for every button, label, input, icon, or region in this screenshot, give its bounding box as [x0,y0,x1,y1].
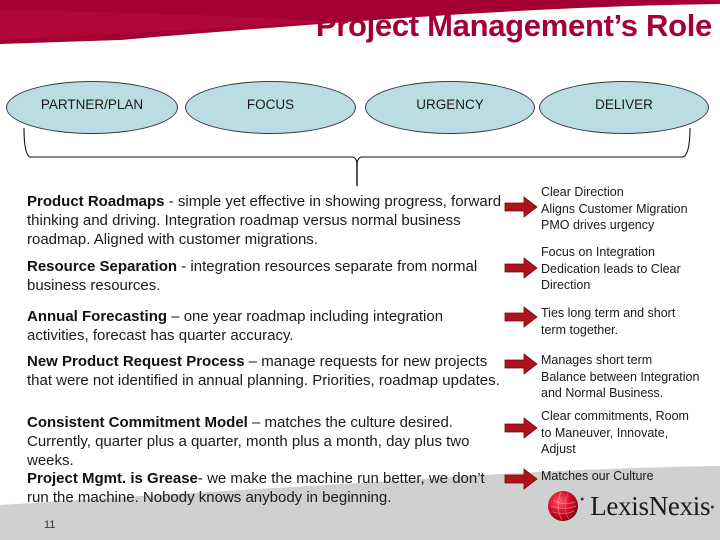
outcome-line: Focus on Integration [541,245,655,259]
item-heading: Resource Separation [27,258,178,275]
oval-partner-plan: PARTNER/PLAN [6,81,178,134]
oval-label: URGENCY [416,97,484,112]
registered-mark: ● [710,504,715,511]
oval-label: PARTNER/PLAN [40,97,144,112]
outcome-product-roadmaps: Clear Direction Aligns Customer Migratio… [541,184,720,234]
outcome-line: Balance between Integration [541,369,700,384]
right-arrow-icon [504,417,538,439]
item-heading: Product Roadmaps [27,193,165,210]
outcome-line: Direction [541,278,591,292]
outcome-consistent-commitment: Clear commitments, Room to Maneuver, Inn… [541,408,720,458]
item-heading: Annual Forecasting [27,308,168,325]
logo-text: LexisNexis [590,490,711,521]
oval-label: DELIVER [595,97,653,112]
item-consistent-commitment: Consistent Commitment Model – matches th… [27,413,507,470]
outcome-line: term together. [541,322,619,337]
item-resource-separation: Resource Separation - integration resour… [27,257,507,295]
page-number: 11 [44,519,56,531]
item-heading: Consistent Commitment Model [27,414,248,431]
outcome-line: to Maneuver, Innovate, [541,425,669,440]
oval-label: FOCUS [246,97,295,112]
oval-focus: FOCUS [185,81,356,134]
outcome-line: Ties long term and short [541,306,676,320]
item-heading: New Product Request Process [27,353,245,370]
outcome-line: Matches our Culture [541,469,654,483]
slide-title: Project Management’s Role [315,8,712,43]
right-arrow-icon [504,353,538,375]
outcome-annual-forecasting: Ties long term and short term together. [541,305,720,338]
right-arrow-icon [504,468,538,490]
outcome-line: Clear commitments, Room [541,409,689,423]
oval-deliver: DELIVER [539,81,709,134]
outcome-line: Dedication leads to Clear [541,261,681,276]
outcome-line: Adjust [541,442,576,456]
right-arrow-icon [504,257,538,279]
item-pm-grease: Project Mgmt. is Grease- we make the mac… [27,469,507,507]
outcome-resource-separation: Focus on Integration Dedication leads to… [541,244,720,294]
outcome-line: Clear Direction [541,185,624,199]
outcome-new-product-request: Manages short term Balance between Integ… [541,352,720,402]
oval-urgency: URGENCY [365,81,535,134]
right-arrow-icon [504,306,538,328]
item-product-roadmaps: Product Roadmaps - simple yet effective … [27,192,507,249]
outcome-line: Aligns Customer Migration [541,201,688,216]
outcome-line: Manages short term [541,353,653,367]
lexisnexis-logo: ● LexisNexis ● [547,490,714,522]
outcome-line: and Normal Business. [541,386,664,400]
item-new-product-request: New Product Request Process – manage req… [27,352,507,390]
item-annual-forecasting: Annual Forecasting – one year roadmap in… [27,307,507,345]
lexisnexis-globe-icon [548,491,578,521]
right-arrow-icon [504,196,538,218]
outcome-line: PMO drives urgency [541,218,655,232]
bracket [23,127,691,167]
registered-mark: ● [580,496,585,503]
item-heading: Project Mgmt. is Grease [27,470,198,487]
outcome-pm-grease: Matches our Culture [541,468,720,485]
